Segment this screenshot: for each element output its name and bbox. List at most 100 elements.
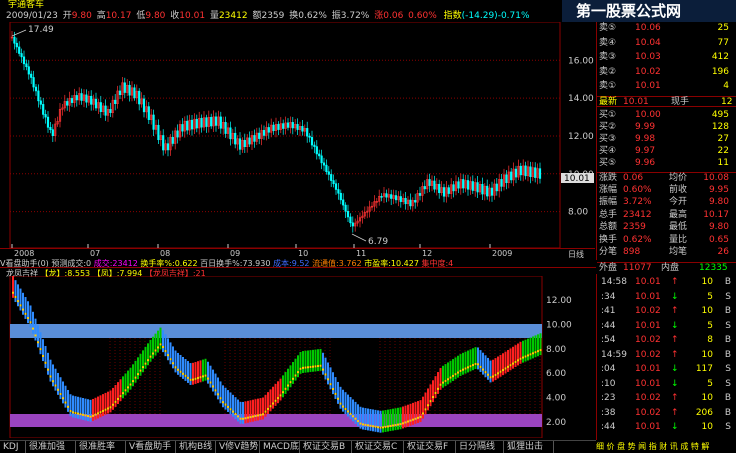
indicator-tab[interactable]: 狐狸出击: [504, 441, 554, 453]
dragon-line-segment: [382, 426, 384, 429]
indicator-tab[interactable]: 权证交易B: [300, 441, 352, 453]
ask-vol: 25: [717, 23, 729, 33]
dragon-phoenix-chart[interactable]: 12.00 10.00 8.00 6.00 4.00 2.00: [0, 276, 595, 438]
bid-row[interactable]: 买② 9.99 128: [597, 122, 736, 133]
ask-row[interactable]: 卖③ 10.03 412: [597, 52, 736, 63]
bid-row[interactable]: 买⑤ 9.96 11: [597, 158, 736, 169]
low-label: 低: [136, 11, 146, 21]
bid-row[interactable]: 买③ 9.98 27: [597, 134, 736, 145]
ribbon-bar: [294, 358, 297, 381]
candle-body: [510, 171, 513, 181]
candle-body: [157, 124, 160, 141]
candle-body: [190, 119, 194, 130]
candle-body: [476, 182, 479, 193]
dragon-line-segment: [274, 399, 277, 402]
tick-row[interactable]: :34 10.01 ↓ 5 S: [597, 291, 736, 304]
indicator-tab[interactable]: 很准加强: [26, 441, 76, 453]
indicator-tab[interactable]: 权证交易F: [404, 441, 456, 453]
dragon-line-segment: [269, 405, 272, 408]
tick-time: :44: [601, 320, 616, 331]
candle-body: [162, 135, 165, 151]
dragon-line-segment: [24, 312, 27, 315]
outer-label: 外盘: [599, 263, 618, 273]
candle-body: [123, 82, 126, 93]
dragon-line-segment: [259, 413, 262, 416]
ask-row[interactable]: 卖② 10.02 196: [597, 67, 736, 78]
dragon-line-segment: [427, 404, 429, 407]
ribbon-bar: [177, 352, 179, 375]
candle-body: [205, 117, 208, 127]
tick-row[interactable]: :23 10.02 ↑ 10 B: [597, 392, 736, 405]
ribbon-bar: [429, 384, 432, 407]
stat-value-1: 2359: [623, 222, 646, 232]
right-tabs[interactable]: 细 价 盘 势 闻 指 财 讯 成 特 解: [596, 441, 736, 452]
dragon-line-segment: [54, 384, 57, 387]
indicator-tab[interactable]: KDJ: [0, 441, 26, 453]
bid-price: 9.99: [635, 122, 656, 132]
tick-list[interactable]: 14:58 10.01 ↑ 10 B :34 10.01 ↓ 5 S:41 10.…: [596, 274, 736, 440]
dragon-line-segment: [482, 368, 484, 371]
indicator-tab[interactable]: MACD底: [260, 441, 300, 453]
candle-body: [42, 104, 45, 115]
tick-row[interactable]: :54 10.02 ↑ 8 B: [597, 334, 736, 347]
x-tick-label: 11: [356, 249, 367, 258]
tick-arrow: ↑: [671, 277, 679, 287]
candle-body: [538, 168, 542, 179]
ribbon-bar: [444, 364, 447, 386]
indicator-tab[interactable]: V看盘助手: [126, 441, 176, 453]
candle-body: [34, 86, 38, 92]
date: 2009/01/23: [6, 11, 58, 21]
bid-row[interactable]: 买④ 9.97 22: [597, 146, 736, 157]
vol-value: 23412: [218, 11, 248, 21]
tick-row[interactable]: :04 10.01 ↓ 117 S: [597, 363, 736, 376]
ribbon-bar: [204, 358, 207, 381]
dragon-line-segment: [309, 365, 312, 368]
dragon-line-segment: [154, 349, 157, 352]
indicator-tab[interactable]: V修V趋势: [216, 441, 260, 453]
ask-row[interactable]: 卖④ 10.04 77: [597, 38, 736, 49]
candle-body: [418, 193, 422, 196]
ask-row[interactable]: 卖⑤ 10.06 25: [597, 23, 736, 34]
candle-body: [171, 136, 174, 144]
ribbon-bar: [152, 336, 154, 359]
indicator-tab[interactable]: 机构B线: [176, 441, 216, 453]
ribbon-bar: [454, 357, 457, 380]
high-label: 高: [96, 11, 106, 21]
tick-row[interactable]: :44 10.01 ↓ 10 S: [597, 421, 736, 434]
bid-row[interactable]: 买① 10.00 495: [597, 110, 736, 121]
ribbon-bar: [174, 350, 177, 373]
ask-row[interactable]: 卖① 10.01 4: [597, 81, 736, 92]
tick-row[interactable]: 14:58 10.01 ↑ 10 B: [597, 276, 736, 289]
tick-price: 10.02: [635, 393, 661, 403]
dragon-line-segment: [522, 356, 524, 359]
dragon-line-segment: [247, 416, 249, 419]
tick-vol: 10: [701, 349, 713, 360]
tick-row[interactable]: :10 10.01 ↓ 5 S: [597, 378, 736, 391]
chg-pct: 0.60%: [408, 11, 437, 21]
bid-label: 买②: [599, 122, 617, 132]
stat-label-1: 涨幅: [599, 184, 618, 195]
main-price-chart[interactable]: 16.0014.0012.0010.008.00 17.49 6.79 10.0…: [0, 22, 595, 248]
indicator-tab[interactable]: 很准胜率: [76, 441, 126, 453]
ribbon-bar: [222, 385, 224, 408]
indicator-tab[interactable]: 权证交易C: [352, 441, 404, 453]
ribbon-bar: [467, 350, 469, 373]
dragon-line-segment: [202, 375, 204, 378]
tick-row[interactable]: :41 10.02 ↑ 10 B: [597, 305, 736, 318]
dragon-line-segment: [227, 405, 229, 408]
ribbon-bar: [314, 349, 317, 372]
tick-row[interactable]: :44 10.01 ↓ 5 S: [597, 320, 736, 333]
dragon-line-segment: [27, 317, 29, 320]
ribbon-bar: [419, 400, 422, 423]
ask-price: 10.02: [635, 66, 661, 77]
tick-row[interactable]: :38 10.02 ↑ 206 B: [597, 407, 736, 420]
dragon-line-segment: [174, 366, 177, 369]
dragon-line-segment: [529, 353, 532, 356]
dragon-line-segment: [457, 371, 459, 374]
tick-arrow: ↓: [671, 364, 679, 374]
tick-time: :10: [601, 378, 616, 389]
candle-body: [286, 122, 290, 128]
tick-row[interactable]: 14:59 10.02 ↑ 10 B: [597, 349, 736, 362]
indicator-tab[interactable]: 日分隔线: [456, 441, 504, 453]
ribbon-bar: [324, 357, 327, 380]
